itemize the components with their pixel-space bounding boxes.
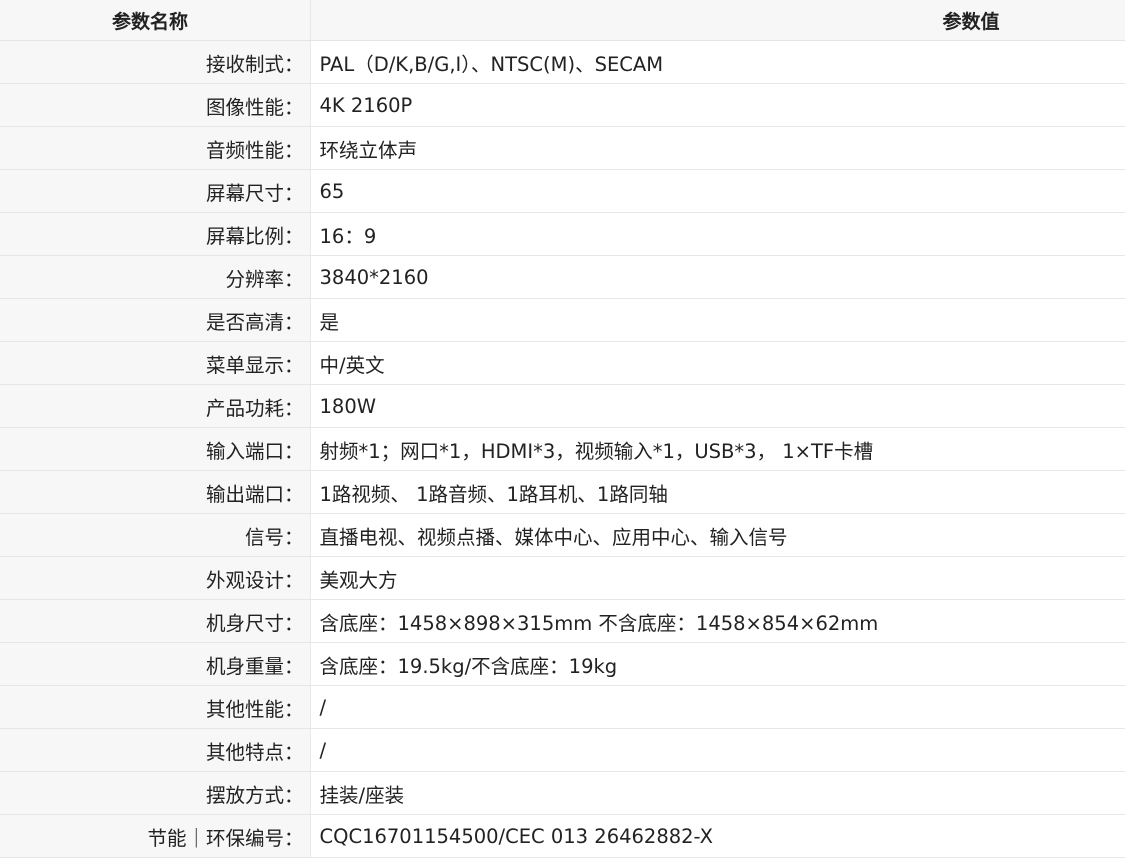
table-row: 是否高清： 是	[0, 298, 1125, 342]
row-label: 屏幕尺寸：	[0, 169, 311, 213]
row-value: CQC16701154500/CEC 013 26462882-X	[310, 814, 1125, 858]
table-row: 机身尺寸： 含底座：1458×898×315mm 不含底座：1458×854×6…	[0, 599, 1125, 643]
row-label: 接收制式：	[0, 40, 311, 84]
table-row: 节能｜环保编号： CQC16701154500/CEC 013 26462882…	[0, 814, 1125, 858]
row-label: 是否高清：	[0, 298, 311, 342]
row-label: 图像性能：	[0, 83, 311, 127]
row-label: 菜单显示：	[0, 341, 311, 385]
row-label: 音频性能：	[0, 126, 311, 170]
table-row: 摆放方式： 挂装/座装	[0, 771, 1125, 815]
row-value: 挂装/座装	[310, 771, 1125, 815]
row-value: /	[310, 728, 1125, 772]
row-value: /	[310, 685, 1125, 729]
table-row: 外观设计： 美观大方	[0, 556, 1125, 600]
table-row: 信号： 直播电视、视频点播、媒体中心、应用中心、输入信号	[0, 513, 1125, 557]
row-label: 输出端口：	[0, 470, 311, 514]
row-label: 摆放方式：	[0, 771, 311, 815]
table-row: 输出端口： 1路视频、 1路音频、1路耳机、1路同轴	[0, 470, 1125, 514]
row-value: 180W	[310, 384, 1125, 428]
row-value: 含底座：19.5kg/不含底座：19kg	[310, 642, 1125, 686]
row-label: 屏幕比例：	[0, 212, 311, 256]
table-row: 机身重量： 含底座：19.5kg/不含底座：19kg	[0, 642, 1125, 686]
row-label: 节能｜环保编号：	[0, 814, 311, 858]
table-row: 其他特点： /	[0, 728, 1125, 772]
row-label: 外观设计：	[0, 556, 311, 600]
table-row: 接收制式： PAL（D/K,B/G,I）、NTSC(M)、SECAM	[0, 40, 1125, 84]
row-value: 直播电视、视频点播、媒体中心、应用中心、输入信号	[310, 513, 1125, 557]
column-header-value: 参数值	[310, 0, 1125, 41]
row-value: 美观大方	[310, 556, 1125, 600]
table-row: 其他性能： /	[0, 685, 1125, 729]
row-value: 3840*2160	[310, 255, 1125, 299]
column-header-name: 参数名称	[0, 0, 311, 41]
spec-table-body: 接收制式： PAL（D/K,B/G,I）、NTSC(M)、SECAM 图像性能：…	[0, 40, 1125, 858]
row-label: 信号：	[0, 513, 311, 557]
table-row: 图像性能： 4K 2160P	[0, 83, 1125, 127]
row-value: 中/英文	[310, 341, 1125, 385]
row-value: 16：9	[310, 212, 1125, 256]
row-value: 1路视频、 1路音频、1路耳机、1路同轴	[310, 470, 1125, 514]
table-row: 产品功耗： 180W	[0, 384, 1125, 428]
row-value: 环绕立体声	[310, 126, 1125, 170]
row-value: 是	[310, 298, 1125, 342]
table-row: 菜单显示： 中/英文	[0, 341, 1125, 385]
table-row: 输入端口： 射频*1；网口*1，HDMI*3，视频输入*1，USB*3， 1×T…	[0, 427, 1125, 471]
row-label: 机身重量：	[0, 642, 311, 686]
row-value: 65	[310, 169, 1125, 213]
table-row: 分辨率： 3840*2160	[0, 255, 1125, 299]
row-value: PAL（D/K,B/G,I）、NTSC(M)、SECAM	[310, 40, 1125, 84]
row-label: 其他特点：	[0, 728, 311, 772]
row-label: 其他性能：	[0, 685, 311, 729]
row-value: 4K 2160P	[310, 83, 1125, 127]
row-label: 机身尺寸：	[0, 599, 311, 643]
row-label: 分辨率：	[0, 255, 311, 299]
row-label: 产品功耗：	[0, 384, 311, 428]
table-row: 音频性能： 环绕立体声	[0, 126, 1125, 170]
spec-table: 参数名称 参数值 接收制式： PAL（D/K,B/G,I）、NTSC(M)、SE…	[0, 0, 1125, 858]
table-row: 屏幕尺寸： 65	[0, 169, 1125, 213]
row-value: 射频*1；网口*1，HDMI*3，视频输入*1，USB*3， 1×TF卡槽	[310, 427, 1125, 471]
table-row: 屏幕比例： 16：9	[0, 212, 1125, 256]
row-label: 输入端口：	[0, 427, 311, 471]
table-header-row: 参数名称 参数值	[0, 0, 1125, 41]
row-value: 含底座：1458×898×315mm 不含底座：1458×854×62mm	[310, 599, 1125, 643]
